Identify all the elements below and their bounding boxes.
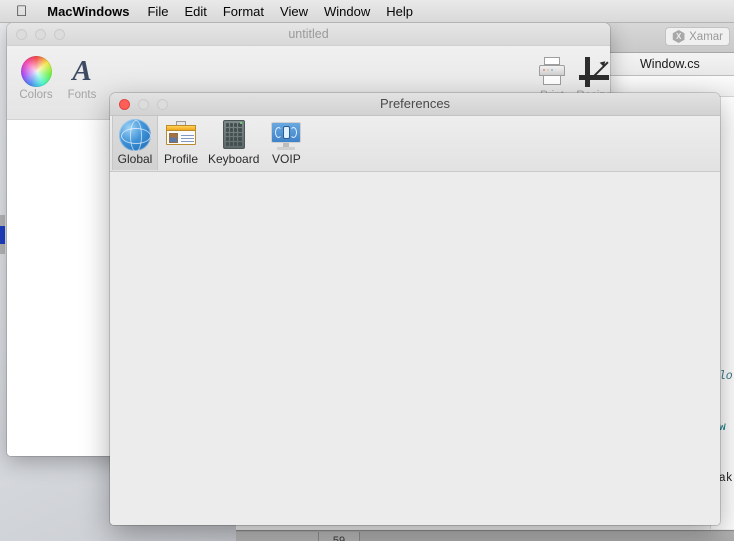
desktop-screen:  MacWindows File Edit Format View Windo… — [0, 0, 734, 541]
editor-edge-marker-top — [0, 215, 5, 226]
menu-item-edit[interactable]: Edit — [176, 1, 214, 22]
font-a-icon: A — [72, 55, 92, 87]
status-cell-line-number: 59 — [319, 531, 360, 541]
menu-item-window[interactable]: Window — [316, 1, 378, 22]
globe-icon — [119, 119, 151, 151]
ide-status-bar: 59 — [236, 530, 734, 541]
id-card-icon — [165, 119, 197, 151]
keypad-icon — [218, 119, 250, 151]
untitled-title-bar[interactable]: untitled — [7, 23, 610, 46]
pref-tab-global[interactable]: Global — [112, 116, 158, 170]
printer-icon — [536, 56, 568, 88]
pref-tab-voip[interactable]: VOIP — [263, 116, 309, 170]
pref-tab-voip-label: VOIP — [272, 152, 301, 166]
preferences-window[interactable]: Preferences Global Profile Keyboard VOIP — [110, 93, 720, 525]
preferences-title-bar[interactable]: Preferences — [110, 93, 720, 116]
fonts-button-label: Fonts — [67, 89, 97, 101]
pref-tab-profile[interactable]: Profile — [158, 116, 204, 170]
editor-selection-marker — [0, 226, 5, 244]
editor-edge-marker-bottom — [0, 244, 5, 254]
menu-item-macwindows[interactable]: MacWindows — [37, 1, 139, 22]
preferences-toolbar: Global Profile Keyboard VOIP — [110, 116, 720, 172]
pref-tab-keyboard[interactable]: Keyboard — [204, 116, 263, 170]
menu-item-view[interactable]: View — [272, 1, 316, 22]
menu-item-file[interactable]: File — [139, 1, 176, 22]
fonts-button[interactable]: A Fonts — [55, 55, 109, 102]
tab-xamarin[interactable]: X Xamar — [665, 27, 730, 46]
untitled-window-title: untitled — [288, 27, 329, 41]
status-cell-rest — [360, 531, 734, 541]
voip-monitor-icon — [270, 119, 302, 151]
apple-logo-icon[interactable]:  — [0, 1, 37, 22]
menu-item-format[interactable]: Format — [215, 1, 272, 22]
color-wheel-icon — [20, 56, 52, 87]
status-cell-blank — [236, 531, 319, 541]
tab-xamarin-label: Xamar — [689, 30, 723, 43]
xamarin-hex-logo-icon: X — [672, 30, 685, 43]
menu-bar:  MacWindows File Edit Format View Windo… — [0, 0, 734, 23]
preferences-window-title: Preferences — [379, 96, 451, 111]
pref-tab-global-label: Global — [117, 152, 153, 166]
preferences-content-pane[interactable] — [110, 172, 720, 525]
apple-glyph:  — [16, 2, 27, 22]
crop-resize-icon — [578, 56, 610, 88]
pref-tab-keyboard-label: Keyboard — [208, 152, 260, 166]
pref-tab-profile-label: Profile — [163, 152, 198, 166]
colors-button-label: Colors — [19, 89, 53, 101]
menu-item-help[interactable]: Help — [378, 1, 421, 22]
